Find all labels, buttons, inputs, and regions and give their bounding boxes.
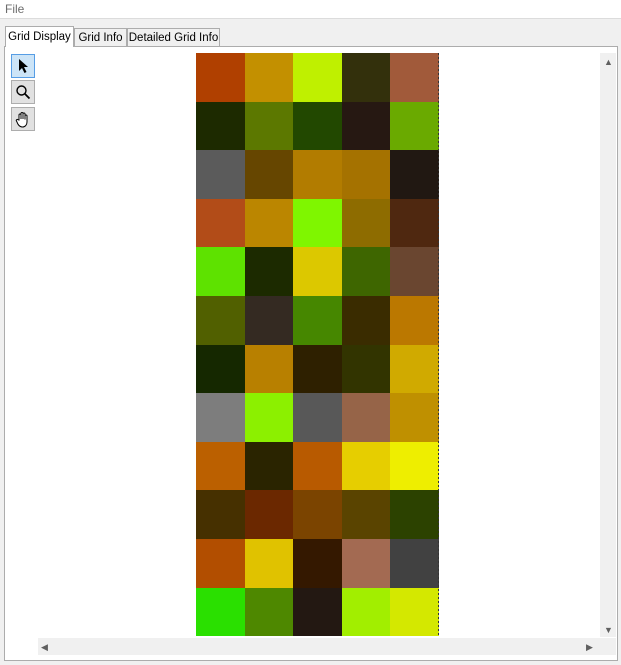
grid-cell[interactable] — [341, 538, 391, 588]
grid-cell[interactable] — [196, 441, 245, 491]
grid-cell[interactable] — [293, 247, 342, 296]
grid-cell[interactable] — [196, 344, 245, 394]
tab-grid-info[interactable]: Grid Info — [74, 28, 127, 46]
grid-cell[interactable] — [341, 441, 391, 491]
pointer-tool-button[interactable] — [11, 54, 35, 78]
grid-cell[interactable] — [293, 198, 342, 248]
grid-cell[interactable] — [293, 53, 342, 102]
grid-cell[interactable] — [341, 490, 391, 539]
grid-cell[interactable] — [244, 441, 294, 491]
grid-cell[interactable] — [196, 150, 245, 199]
grid-cell[interactable] — [196, 53, 245, 102]
grid-cell[interactable] — [390, 295, 439, 345]
menu-divider — [0, 18, 621, 19]
grid-cell[interactable] — [244, 393, 294, 442]
grid-cell[interactable] — [196, 198, 245, 248]
menu-bar: File — [0, 0, 621, 18]
grid-canvas[interactable] — [38, 53, 600, 637]
grid-cell[interactable] — [293, 393, 342, 442]
pan-tool-button[interactable] — [11, 107, 35, 131]
grid-cell[interactable] — [390, 441, 439, 491]
grid-cell[interactable] — [341, 393, 391, 442]
grid-cell[interactable] — [244, 247, 294, 296]
horizontal-scrollbar[interactable]: ◀ ▶ — [38, 638, 600, 655]
grid-cell[interactable] — [341, 344, 391, 394]
grid-cell[interactable] — [196, 587, 245, 637]
grid-cell[interactable] — [196, 538, 245, 588]
grid-cell[interactable] — [293, 344, 342, 394]
grid-cell[interactable] — [341, 247, 391, 296]
grid-cell[interactable] — [293, 101, 342, 151]
tab-detailed-grid-info[interactable]: Detailed Grid Info — [127, 28, 220, 46]
hand-icon — [15, 112, 28, 128]
grid-cell[interactable] — [244, 538, 294, 588]
grid-cell[interactable] — [341, 295, 391, 345]
grid-cell[interactable] — [341, 150, 391, 199]
grid-cell[interactable] — [390, 490, 439, 539]
scroll-up-arrow-icon[interactable]: ▲ — [604, 57, 613, 67]
grid-cell[interactable] — [244, 490, 294, 539]
zoom-tool-button[interactable] — [11, 80, 35, 104]
grid-cell[interactable] — [390, 247, 439, 296]
magnifier-icon — [16, 85, 31, 100]
menu-file[interactable]: File — [5, 2, 24, 16]
grid-cell[interactable] — [293, 538, 342, 588]
arrow-pointer-icon — [19, 59, 28, 73]
grid-cell[interactable] — [196, 295, 245, 345]
grid-cell[interactable] — [390, 198, 439, 248]
grid-cell[interactable] — [244, 150, 294, 199]
scroll-left-arrow-icon[interactable]: ◀ — [41, 642, 48, 652]
grid-cell[interactable] — [293, 441, 342, 491]
tab-grid-display[interactable]: Grid Display — [5, 26, 74, 47]
vertical-scrollbar[interactable]: ▲ ▼ — [600, 53, 616, 637]
color-grid[interactable] — [196, 53, 439, 637]
scroll-down-arrow-icon[interactable]: ▼ — [604, 625, 613, 635]
grid-cell[interactable] — [293, 295, 342, 345]
grid-cell[interactable] — [196, 247, 245, 296]
grid-cell[interactable] — [244, 295, 294, 345]
grid-cell[interactable] — [196, 101, 245, 151]
grid-cell[interactable] — [244, 101, 294, 151]
grid-cell[interactable] — [244, 198, 294, 248]
grid-cell[interactable] — [341, 101, 391, 151]
grid-cell[interactable] — [196, 490, 245, 539]
grid-cell[interactable] — [244, 587, 294, 637]
grid-cell[interactable] — [244, 53, 294, 102]
grid-cell[interactable] — [341, 587, 391, 637]
grid-cell[interactable] — [341, 198, 391, 248]
grid-cell[interactable] — [390, 538, 439, 588]
grid-cell[interactable] — [196, 393, 245, 442]
grid-cell[interactable] — [390, 53, 439, 102]
grid-cell[interactable] — [390, 344, 439, 394]
grid-cell[interactable] — [293, 587, 342, 637]
grid-cell[interactable] — [293, 490, 342, 539]
scrollbar-corner — [600, 638, 616, 655]
grid-cell[interactable] — [390, 150, 439, 199]
grid-cell[interactable] — [390, 101, 439, 151]
grid-cell[interactable] — [293, 150, 342, 199]
scroll-right-arrow-icon[interactable]: ▶ — [586, 642, 593, 652]
grid-cell[interactable] — [390, 393, 439, 442]
grid-cell[interactable] — [341, 53, 391, 102]
grid-cell[interactable] — [390, 587, 439, 637]
grid-cell[interactable] — [244, 344, 294, 394]
grid-boundary-line — [438, 53, 439, 637]
